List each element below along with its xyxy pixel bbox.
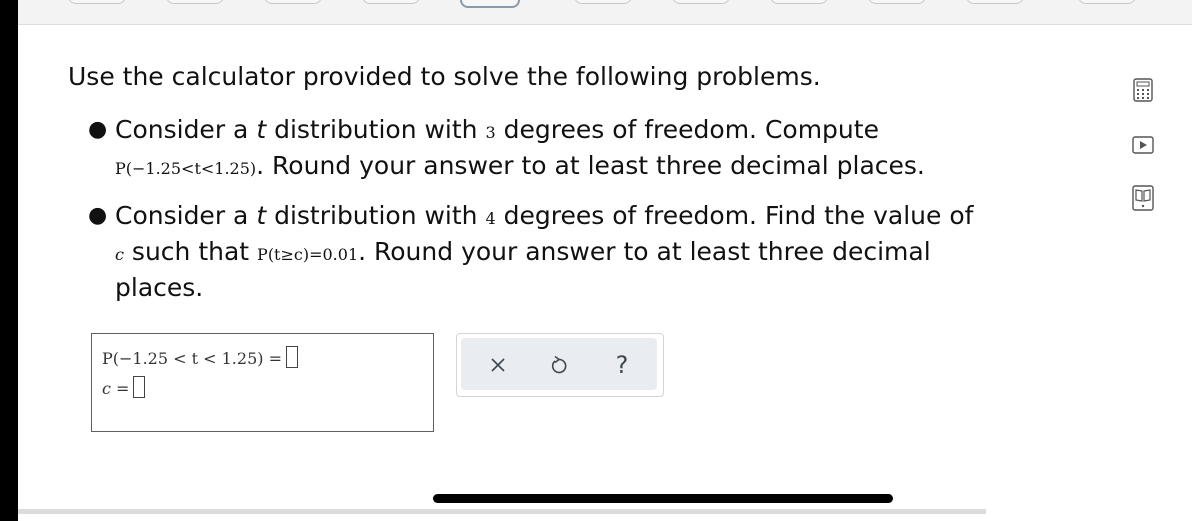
help-icon: ? bbox=[615, 351, 629, 379]
problem-2-text: such that bbox=[123, 237, 258, 266]
home-indicator bbox=[433, 494, 893, 503]
calculator-icon bbox=[1133, 78, 1153, 102]
probability-input[interactable] bbox=[285, 346, 298, 368]
close-icon bbox=[491, 358, 505, 372]
problem-1-text: degrees of freedom. Compute bbox=[495, 115, 879, 144]
bottom-divider bbox=[18, 509, 986, 514]
answer-toolbar: ? bbox=[456, 333, 664, 397]
question-tab[interactable] bbox=[574, 0, 632, 4]
undo-button[interactable] bbox=[544, 350, 574, 380]
question-tab[interactable] bbox=[68, 0, 126, 4]
question-tab[interactable] bbox=[672, 0, 730, 4]
question-tab[interactable] bbox=[362, 0, 420, 4]
video-button[interactable] bbox=[1131, 133, 1155, 157]
undo-icon bbox=[551, 355, 567, 374]
problem-2: Consider a t distribution with 4 degrees… bbox=[115, 199, 1075, 307]
degrees-of-freedom-value: 3 bbox=[485, 123, 496, 142]
probability-expression: P(−1.25<t<1.25) bbox=[115, 159, 257, 178]
answer-toolbar-inner: ? bbox=[461, 338, 657, 390]
problem-2-text: distribution with bbox=[266, 201, 486, 230]
problem-1-text: . Round your answer to at least three de… bbox=[256, 151, 925, 180]
question-tab[interactable] bbox=[966, 0, 1024, 4]
textbook-button[interactable] bbox=[1131, 185, 1155, 211]
problem-1: Consider a t distribution with 3 degrees… bbox=[115, 113, 1075, 185]
instructions-text: Use the calculator provided to solve the… bbox=[68, 62, 821, 91]
question-tab[interactable] bbox=[1078, 0, 1136, 4]
answer-row-probability: P(−1.25 < t < 1.25) = bbox=[102, 346, 298, 368]
probability-expression: P(t≥c)=0.01 bbox=[257, 245, 359, 264]
answer-row-c: c = bbox=[102, 376, 146, 398]
video-play-icon bbox=[1132, 136, 1154, 154]
problem-2-text: . Round your answer to at least three de… bbox=[358, 237, 931, 266]
problem-2-text: degrees of freedom. Find the value of bbox=[495, 201, 974, 230]
c-input[interactable] bbox=[133, 376, 146, 398]
degrees-of-freedom-value: 4 bbox=[485, 209, 496, 228]
top-tab-strip bbox=[18, 0, 1192, 25]
calculator-button[interactable] bbox=[1131, 78, 1155, 102]
question-tab[interactable] bbox=[166, 0, 224, 4]
t-symbol: t bbox=[256, 201, 267, 230]
left-edge-bar bbox=[0, 0, 18, 521]
c-label: c = bbox=[102, 379, 130, 398]
clear-button[interactable] bbox=[483, 350, 513, 380]
answer-box: P(−1.25 < t < 1.25) = c = bbox=[91, 333, 434, 432]
bullet-dot: ● bbox=[88, 203, 108, 228]
question-tab[interactable] bbox=[770, 0, 828, 4]
c-symbol: c bbox=[115, 245, 124, 264]
problem-1-text: distribution with bbox=[266, 115, 486, 144]
question-tab[interactable] bbox=[868, 0, 926, 4]
bullet-dot: ● bbox=[88, 117, 108, 142]
textbook-icon bbox=[1132, 185, 1154, 211]
question-tab[interactable] bbox=[264, 0, 322, 4]
problem-2-text: Consider a bbox=[115, 201, 257, 230]
problem-2-text: places. bbox=[115, 273, 204, 302]
t-symbol: t bbox=[256, 115, 267, 144]
problem-1-text: Consider a bbox=[115, 115, 257, 144]
probability-label: P(−1.25 < t < 1.25) = bbox=[102, 349, 282, 368]
question-tab-active[interactable] bbox=[460, 0, 520, 8]
help-button[interactable]: ? bbox=[607, 350, 637, 380]
